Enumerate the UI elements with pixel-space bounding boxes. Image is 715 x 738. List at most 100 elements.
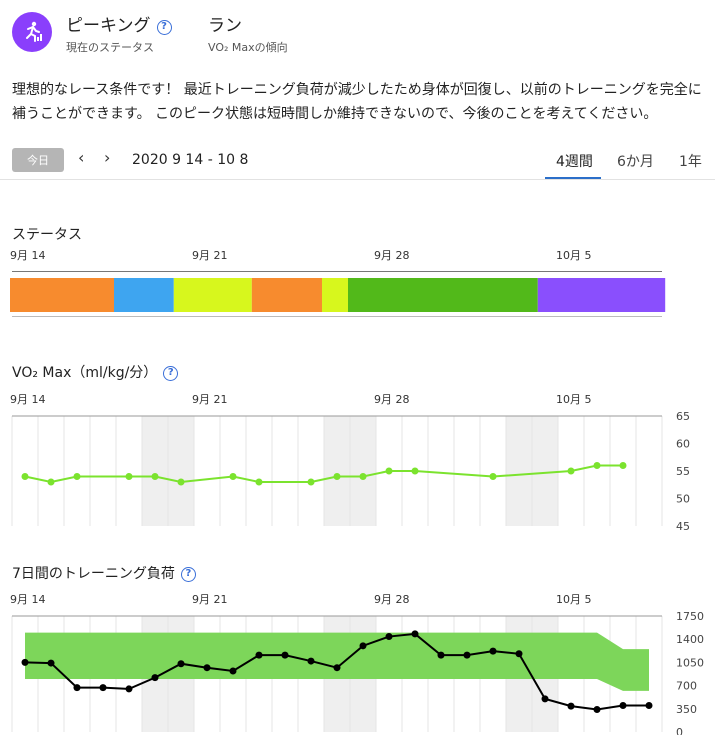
load-point [385,633,393,641]
y-tick-label: 700 [676,680,697,693]
date-tick-label: 9月 28 [374,393,410,406]
help-icon[interactable]: ? [163,366,179,381]
status-segment [173,278,252,312]
status-title-text: ピーキング [66,16,151,36]
status-subtitle: 現在のステータス [66,41,154,54]
status-segment [322,278,348,312]
vo2-point [255,478,263,486]
y-tick-label: 55 [676,465,690,478]
status-segment [537,278,666,312]
weekend-band [324,416,350,526]
date-tick-label: 10月 5 [556,393,592,406]
y-tick-label: 45 [676,520,690,533]
load-section-title-text: 7日間のトレーニング負荷 [12,566,175,582]
y-tick-label: 60 [676,438,690,451]
y-tick-label: 65 [676,410,690,423]
sport-title: ラン [208,16,242,36]
date-tick-label: 9月 14 [10,393,46,406]
load-point [333,664,341,672]
status-description: 理想的なレース条件です！ 最近トレーニング負荷が減少したため身体が回復し、以前の… [12,82,702,122]
tab-4-weeks[interactable]: 4週間 [556,151,593,171]
vo2-point [307,478,315,486]
date-tick-label: 10月 5 [556,593,592,606]
vo2-point [385,467,393,475]
status-segment [348,278,538,312]
load-point [359,642,367,650]
help-icon[interactable]: ? [180,567,196,582]
vo2-point [411,467,419,475]
load-point [125,685,133,693]
load-point [489,647,497,655]
date-tick-label: 9月 28 [374,249,410,262]
load-point [21,658,29,666]
y-tick-label: 0 [676,726,683,735]
load-point [463,651,471,659]
load-point [593,705,601,713]
date-tick-label: 9月 14 [10,249,46,262]
chevron-left-icon[interactable]: ‹ [78,148,84,167]
date-toolbar: 今日 ‹ › 2020 9 14 - 10 8 4週間 6か月 1年 [0,140,715,180]
vo2-point [21,473,29,480]
load-point [203,664,211,672]
load-point [99,684,107,692]
vo2-point [593,462,601,469]
vo2-section-title: VO₂ Max（ml/kg/分）? [12,362,179,382]
date-tick-label: 9月 14 [10,593,46,606]
tab-6-months[interactable]: 6か月 [617,151,654,171]
vo2-point [151,473,159,480]
vo2-point [125,473,133,480]
load-point [567,702,575,710]
vo2-trend-subtitle: VO₂ Maxの傾向 [208,41,288,54]
vo2-point [177,478,185,486]
status-segment [10,278,114,312]
status-segment [114,278,174,312]
status-segment [251,278,322,312]
load-point [541,695,549,703]
date-range: 2020 9 14 - 10 8 [132,152,249,168]
weekend-band [350,416,376,526]
chevron-right-icon[interactable]: › [104,148,110,167]
vo2-point [489,473,497,480]
date-tick-label: 9月 21 [192,249,228,262]
tab-1-year[interactable]: 1年 [679,151,702,171]
date-tick-label: 9月 28 [374,593,410,606]
y-tick-label: 1050 [676,656,704,669]
status-timeline: 9月 14 9月 21 9月 28 10月 5 [10,249,666,317]
load-point [151,674,159,682]
load-point [73,684,81,692]
weekend-band [532,416,558,526]
date-tick-label: 9月 21 [192,593,228,606]
weekend-band [168,416,194,526]
header: ピーキング? 現在のステータス ラン VO₂ Maxの傾向 [0,0,715,70]
vo2-point [333,473,341,480]
vo2-point [567,467,575,475]
vo2-point [47,478,55,486]
load-point [307,657,315,665]
vo2-point [73,473,81,480]
y-tick-label: 350 [676,703,697,716]
active-tab-indicator [545,177,601,179]
load-point [437,651,445,659]
training-load-chart: 9月 14 9月 21 9月 28 10月 5 0 350 700 1050 1400 1750 [10,593,704,735]
load-point [255,651,263,659]
load-point [515,650,523,658]
status-title: ピーキング? [66,11,172,36]
load-section-title: 7日間のトレーニング負荷? [12,563,196,583]
today-button[interactable]: 今日 [12,148,64,172]
vo2-point [229,473,237,480]
y-tick-label: 1750 [676,610,704,623]
load-point [229,667,237,675]
runner-icon [12,12,52,52]
vo2-point [359,473,367,480]
help-icon[interactable]: ? [156,20,172,35]
date-tick-label: 9月 21 [192,393,228,406]
load-point [411,630,419,638]
y-tick-label: 1400 [676,633,704,646]
y-tick-label: 50 [676,493,690,506]
runner-icon-glyph [26,21,42,42]
date-tick-label: 10月 5 [556,249,592,262]
vo2-max-chart: 9月 14 9月 21 9月 28 10月 5 45 50 55 60 65 [10,393,690,533]
load-point [619,701,627,709]
load-point [47,659,55,667]
weekend-band [506,416,532,526]
